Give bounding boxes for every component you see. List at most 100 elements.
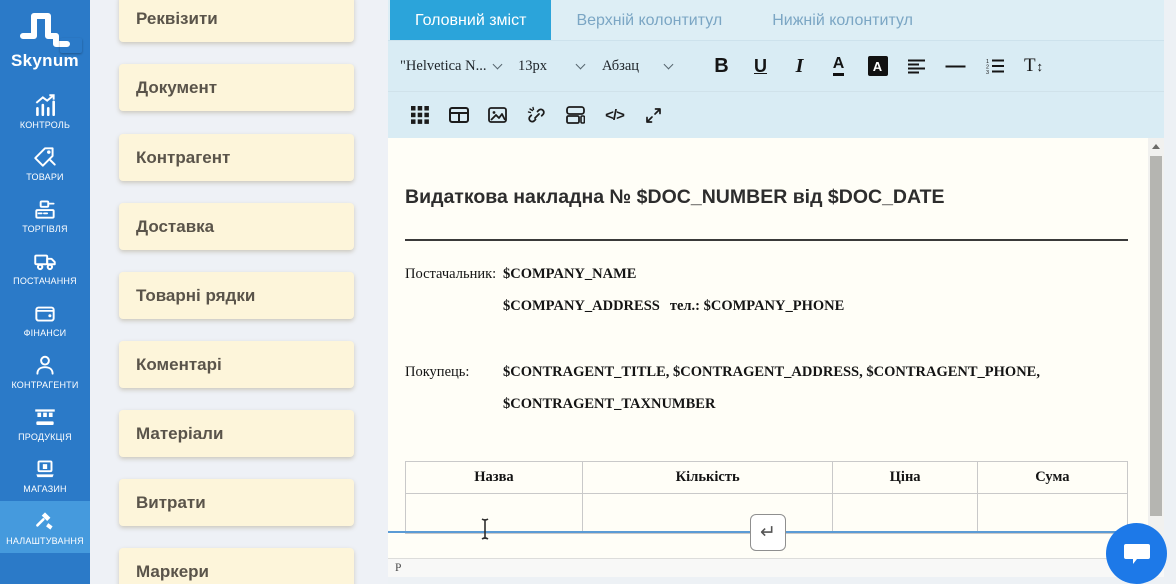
chat-bubble-icon bbox=[1123, 543, 1150, 564]
variables-grid-button[interactable] bbox=[400, 96, 439, 134]
page-layout-icon bbox=[566, 106, 585, 124]
panel-button-delivery[interactable]: Доставка bbox=[119, 203, 354, 250]
template-sections-panel: Реквізити Документ Контрагент Доставка Т… bbox=[90, 0, 388, 584]
editor-statusbar: P bbox=[388, 558, 1164, 577]
sidebar-item-label: КОНТРОЛЬ bbox=[19, 120, 71, 130]
code-icon: </> bbox=[605, 106, 625, 124]
cash-register-icon bbox=[35, 200, 55, 219]
unlink-icon bbox=[527, 106, 545, 123]
line-height-icon: T↕ bbox=[1023, 55, 1044, 76]
cell-name[interactable] bbox=[405, 493, 583, 534]
fullscreen-button[interactable] bbox=[634, 96, 673, 134]
sidebar-item-contractors[interactable]: КОНТРАГЕНТИ bbox=[0, 345, 90, 397]
horizontal-rule-button[interactable]: — bbox=[936, 46, 975, 86]
font-size-value: 13px bbox=[518, 57, 547, 74]
sidebar-item-trade[interactable]: ТОРГІВЛЯ bbox=[0, 189, 90, 241]
underline-icon: U bbox=[754, 55, 767, 76]
person-icon bbox=[36, 355, 54, 375]
sidebar-item-label: ФІНАНСИ bbox=[23, 328, 67, 338]
font-size-dropdown[interactable]: 13px bbox=[518, 58, 602, 75]
table-header-row: Назва Кількість Ціна Сума bbox=[405, 461, 1129, 494]
align-left-icon bbox=[908, 59, 925, 73]
supplier-label: Постачальник: bbox=[405, 266, 497, 282]
insert-image-button[interactable] bbox=[478, 96, 517, 134]
chat-widget-button[interactable] bbox=[1106, 523, 1167, 584]
paragraph-format-value: Абзац bbox=[602, 57, 640, 74]
align-button[interactable] bbox=[897, 46, 936, 86]
ordered-list-button[interactable]: 1 2 3 bbox=[975, 46, 1014, 86]
sidebar-item-shop[interactable]: МАГАЗИН bbox=[0, 449, 90, 501]
panel-button-document[interactable]: Документ bbox=[119, 64, 354, 111]
text-cursor-icon bbox=[481, 518, 489, 540]
unlink-button[interactable] bbox=[517, 96, 556, 134]
scrollbar-up-button[interactable] bbox=[1148, 138, 1164, 155]
panel-button-markers[interactable]: Маркери bbox=[119, 548, 354, 584]
supplier-phone-label: тел.: bbox=[669, 298, 700, 314]
col-header-price[interactable]: Ціна bbox=[832, 461, 978, 494]
tab-footer[interactable]: Нижній колонтитул bbox=[747, 0, 938, 40]
divider bbox=[405, 239, 1128, 241]
insert-table-button[interactable] bbox=[439, 96, 478, 134]
ukraine-flag-icon bbox=[60, 38, 82, 53]
background-color-button[interactable]: A bbox=[858, 46, 897, 86]
editor-toolbar-format: "Helvetica N... 13px Абзац B U I A A — 1… bbox=[388, 41, 1164, 92]
col-header-sum[interactable]: Сума bbox=[976, 461, 1129, 494]
panel-button-expenses[interactable]: Витрати bbox=[119, 479, 354, 526]
supplier-address-variable: $COMPANY_ADDRESS bbox=[503, 298, 660, 314]
source-code-button[interactable]: </> bbox=[595, 96, 634, 134]
font-family-value: "Helvetica N... bbox=[400, 57, 487, 74]
buyer-row: Покупець: $CONTRAGENT_TITLE, $CONTRAGENT… bbox=[405, 364, 1040, 381]
supplier-name-variable: $COMPANY_NAME bbox=[503, 266, 637, 282]
sidebar-item-label: МАГАЗИН bbox=[23, 484, 67, 494]
sidebar-item-finance[interactable]: ФІНАНСИ bbox=[0, 293, 90, 345]
panel-button-requisites[interactable]: Реквізити bbox=[119, 0, 354, 42]
tools-icon bbox=[36, 512, 53, 530]
tab-header[interactable]: Верхній колонтитул bbox=[551, 0, 747, 40]
bold-button[interactable]: B bbox=[702, 46, 741, 86]
image-icon bbox=[488, 107, 507, 123]
cell-sum[interactable] bbox=[976, 493, 1129, 534]
skynum-logo[interactable]: Skynum bbox=[0, 0, 90, 71]
bold-icon: B bbox=[714, 54, 729, 77]
document-canvas[interactable]: Видаткова накладна № $DOC_NUMBER від $DO… bbox=[388, 138, 1164, 558]
panel-button-product-rows[interactable]: Товарні рядки bbox=[119, 272, 354, 319]
tab-main-content[interactable]: Головний зміст bbox=[390, 0, 552, 40]
text-color-button[interactable]: A bbox=[819, 46, 858, 86]
col-header-quantity[interactable]: Кількість bbox=[581, 461, 834, 494]
supplier-phone-variable: $COMPANY_PHONE bbox=[703, 298, 845, 314]
sidebar-item-control[interactable]: КОНТРОЛЬ bbox=[0, 85, 90, 137]
sidebar-nav: КОНТРОЛЬ ТОВАРИ ТОРГІВЛЯ ПОСТАЧАННЯ ФІНА… bbox=[0, 85, 90, 553]
font-family-dropdown[interactable]: "Helvetica N... bbox=[400, 58, 518, 75]
ordered-list-icon: 1 2 3 bbox=[986, 59, 1004, 74]
underline-button[interactable]: U bbox=[741, 46, 780, 86]
chevron-down-icon bbox=[493, 59, 503, 70]
line-height-button[interactable]: T↕ bbox=[1014, 46, 1053, 86]
italic-button[interactable]: I bbox=[780, 46, 819, 86]
element-path: P bbox=[395, 562, 402, 574]
horizontal-rule-icon: — bbox=[945, 54, 966, 77]
paragraph-format-dropdown[interactable]: Абзац bbox=[602, 58, 702, 75]
panel-button-comments[interactable]: Коментарі bbox=[119, 341, 354, 388]
panel-button-contractor[interactable]: Контрагент bbox=[119, 134, 354, 181]
scrollbar-thumb[interactable] bbox=[1150, 156, 1162, 516]
italic-icon: I bbox=[795, 54, 804, 77]
editor-scrollbar[interactable] bbox=[1148, 138, 1164, 558]
insert-paragraph-button[interactable]: ↵ bbox=[750, 514, 786, 551]
col-header-name[interactable]: Назва bbox=[405, 461, 583, 494]
document-title: Видаткова накладна № $DOC_NUMBER від $DO… bbox=[405, 186, 945, 208]
cell-quantity[interactable] bbox=[581, 493, 834, 534]
sidebar-item-settings[interactable]: НАЛАШТУВАННЯ bbox=[0, 501, 90, 553]
buyer-variables-line2: $CONTRAGENT_TAXNUMBER bbox=[503, 396, 716, 412]
background-color-icon: A bbox=[867, 56, 888, 76]
sidebar-item-label: ПОСТАЧАННЯ bbox=[13, 276, 77, 286]
panel-button-materials[interactable]: Матеріали bbox=[119, 410, 354, 457]
sidebar-item-goods[interactable]: ТОВАРИ bbox=[0, 137, 90, 189]
cell-price[interactable] bbox=[832, 493, 978, 534]
sidebar-item-production[interactable]: ПРОДУКЦІЯ bbox=[0, 397, 90, 449]
page-sections-button[interactable] bbox=[556, 96, 595, 134]
supplier-address-row: $COMPANY_ADDRESS тел.: $COMPANY_PHONE bbox=[503, 298, 844, 315]
enter-icon: ↵ bbox=[760, 522, 776, 543]
sidebar-item-supply[interactable]: ПОСТАЧАННЯ bbox=[0, 241, 90, 293]
buyer-label: Покупець: bbox=[405, 364, 470, 380]
sidebar: Skynum КОНТРОЛЬ ТОВАРИ ТОРГІВЛЯ ПОСТАЧАН… bbox=[0, 0, 90, 584]
